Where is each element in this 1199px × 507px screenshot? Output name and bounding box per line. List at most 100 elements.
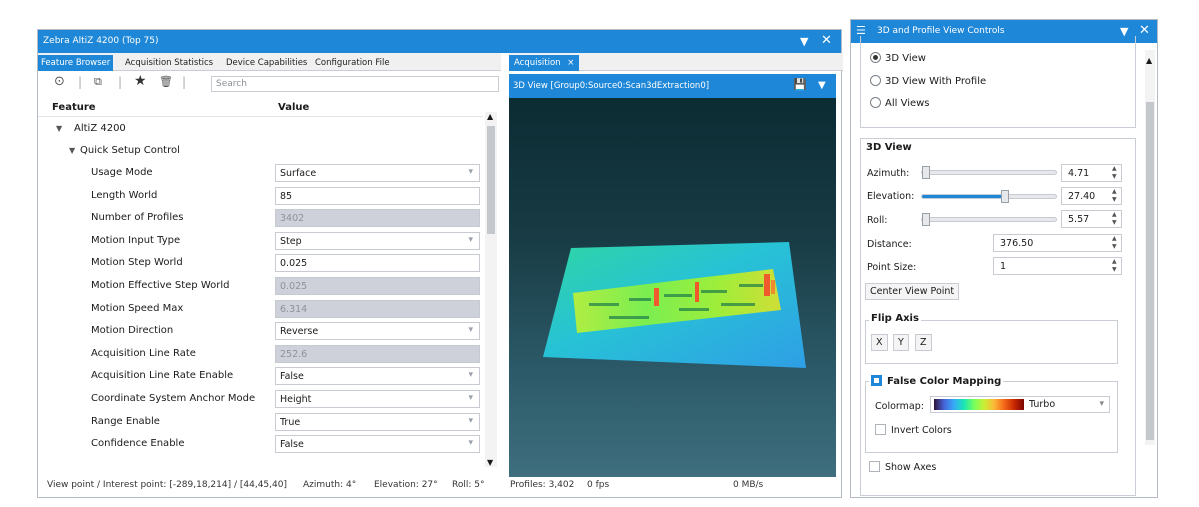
roll-slider-handle[interactable]: [922, 213, 930, 226]
feature-row-label: Motion Speed Max: [91, 302, 184, 314]
feature-value-select[interactable]: Step: [275, 231, 480, 250]
feature-row[interactable]: Confidence Enable False: [38, 433, 483, 456]
azimuth-slider-handle[interactable]: [922, 166, 930, 179]
flip-y-button[interactable]: Y: [893, 334, 909, 351]
feature-tabstrip: Feature Browser Acquisition Statistics D…: [38, 53, 501, 71]
center-view-point-button[interactable]: Center View Point: [865, 283, 960, 300]
feature-row[interactable]: Acquisition Line Rate Enable False: [38, 365, 483, 388]
feature-row[interactable]: Motion Effective Step World 0.025: [38, 275, 483, 298]
close-icon[interactable]: ✕: [1139, 23, 1150, 38]
invert-colors-option[interactable]: Invert Colors: [875, 424, 952, 436]
flip-z-button[interactable]: Z: [915, 334, 932, 351]
tab-acquisition-label: Acquisition: [514, 58, 561, 68]
tree-node-group[interactable]: ▼ Quick Setup Control: [38, 140, 483, 163]
delete-icon[interactable]: 🗑: [159, 75, 173, 88]
feature-value-select[interactable]: False: [275, 367, 480, 386]
azimuth-spinbox[interactable]: 4.71: [1061, 164, 1122, 182]
feature-value-select[interactable]: Surface: [275, 164, 480, 182]
collapse-icon[interactable]: ▼: [56, 124, 62, 133]
feature-row[interactable]: Usage Mode Surface: [38, 162, 483, 185]
flip-axis-title: Flip Axis: [869, 313, 921, 324]
feature-row[interactable]: Coordinate System Anchor Mode Height: [38, 388, 483, 411]
view-titlebar: 3D View [Group0:Source0:Scan3dExtraction…: [509, 74, 836, 98]
view-title: 3D View [Group0:Source0:Scan3dExtraction…: [513, 81, 710, 91]
scroll-down-icon[interactable]: ▼: [487, 458, 493, 467]
scroll-up-icon[interactable]: ▲: [487, 112, 493, 121]
view-mode-radio[interactable]: 3D View With Profile: [870, 74, 986, 87]
feature-row[interactable]: Motion Step World 0.025: [38, 252, 483, 275]
view-mode-radio[interactable]: All Views: [870, 97, 930, 109]
colormap-select[interactable]: Turbo ▾: [930, 396, 1110, 413]
radio-indicator[interactable]: [870, 74, 881, 86]
tab-close-icon[interactable]: ×: [567, 58, 574, 68]
status-elevation: Elevation: 27°: [374, 480, 438, 490]
separator: |: [118, 75, 123, 89]
false-color-checkbox[interactable]: [871, 375, 882, 386]
scrollbar-thumb[interactable]: [1146, 102, 1154, 440]
elevation-slider[interactable]: [921, 190, 1057, 203]
elevation-slider-handle[interactable]: [1001, 190, 1009, 203]
feature-toolbar: ⊙ | ⧉ | ★ 🗑 | Search: [38, 72, 501, 94]
tree-group-label: Quick Setup Control: [80, 145, 180, 156]
radio-indicator[interactable]: [870, 52, 881, 63]
tree-node-device[interactable]: ▼ AltiZ 4200: [38, 118, 483, 141]
feature-row-label: Acquisition Line Rate Enable: [91, 370, 234, 382]
property-grid-scrollbar[interactable]: ▲ ▼: [485, 112, 497, 467]
feature-value-input[interactable]: 0.025: [275, 254, 480, 273]
window-menu-icon[interactable]: ▼: [800, 35, 808, 48]
status-viewpoint: View point / Interest point: [-289,18,21…: [47, 480, 287, 490]
feature-row[interactable]: Length World 85: [38, 185, 483, 208]
tab-acquisition-statistics[interactable]: Acquisition Statistics: [122, 55, 216, 71]
flip-x-button[interactable]: X: [871, 334, 888, 351]
roll-slider[interactable]: [921, 213, 1057, 226]
feature-row-label: Confidence Enable: [91, 438, 185, 450]
feature-row[interactable]: Motion Input Type Step: [38, 230, 483, 253]
point-size-spinbox[interactable]: 1: [993, 257, 1122, 275]
collapse-icon[interactable]: ▼: [69, 146, 75, 155]
false-color-title[interactable]: False Color Mapping: [869, 375, 1004, 387]
view-mode-radio[interactable]: 3D View: [870, 52, 926, 64]
feature-value-input[interactable]: 85: [275, 186, 480, 205]
close-icon[interactable]: ✕: [821, 33, 832, 48]
controls-title: 3D and Profile View Controls: [877, 26, 1005, 36]
separator: |: [182, 75, 187, 89]
status-azimuth: Azimuth: 4°: [303, 480, 357, 490]
view-mode-label: 3D View: [885, 53, 926, 64]
feature-value-select[interactable]: Height: [275, 390, 480, 408]
tab-feature-browser[interactable]: Feature Browser: [38, 55, 114, 71]
star-icon[interactable]: ★: [134, 73, 147, 89]
elevation-spinbox[interactable]: 27.40: [1061, 187, 1122, 205]
feature-value-select[interactable]: True: [275, 412, 480, 431]
invert-colors-checkbox[interactable]: [875, 424, 886, 435]
feature-column-header: Feature: [52, 102, 96, 113]
save-icon[interactable]: 💾: [793, 78, 807, 91]
expand-icon[interactable]: ⊙: [54, 74, 65, 89]
feature-row[interactable]: Motion Direction Reverse: [38, 320, 483, 343]
tab-configuration-file[interactable]: Configuration File: [312, 55, 393, 71]
tab-acquisition[interactable]: Acquisition ×: [509, 55, 580, 71]
radio-indicator[interactable]: [870, 97, 881, 108]
colormap-label: Colormap:: [875, 401, 924, 412]
feature-row[interactable]: Number of Profiles 3402: [38, 207, 483, 230]
export-icon[interactable]: ⧉: [94, 75, 102, 89]
distance-spinbox[interactable]: 376.50: [993, 234, 1122, 252]
show-axes-checkbox[interactable]: [869, 461, 880, 472]
scroll-up-icon[interactable]: ▲: [1146, 56, 1152, 65]
3d-viewport[interactable]: [509, 98, 836, 477]
feature-row-label: Motion Step World: [91, 257, 183, 269]
roll-spinbox[interactable]: 5.57: [1061, 210, 1122, 228]
search-input[interactable]: Search: [211, 76, 499, 92]
feature-row[interactable]: Acquisition Line Rate 252.6: [38, 343, 483, 366]
view-menu-icon[interactable]: ▼: [818, 80, 826, 91]
scrollbar-thumb[interactable]: [487, 126, 495, 234]
show-axes-option[interactable]: Show Axes: [869, 461, 936, 473]
point-size-label: Point Size:: [867, 262, 917, 273]
distance-label: Distance:: [867, 239, 912, 250]
feature-row[interactable]: Range Enable True: [38, 411, 483, 434]
controls-scrollbar[interactable]: ▲: [1145, 50, 1155, 445]
feature-row[interactable]: Motion Speed Max 6.314: [38, 298, 483, 321]
azimuth-slider[interactable]: [921, 166, 1057, 179]
feature-value-select[interactable]: False: [275, 435, 480, 454]
tab-device-capabilities[interactable]: Device Capabilities: [223, 55, 310, 71]
feature-value-select[interactable]: Reverse: [275, 322, 480, 341]
